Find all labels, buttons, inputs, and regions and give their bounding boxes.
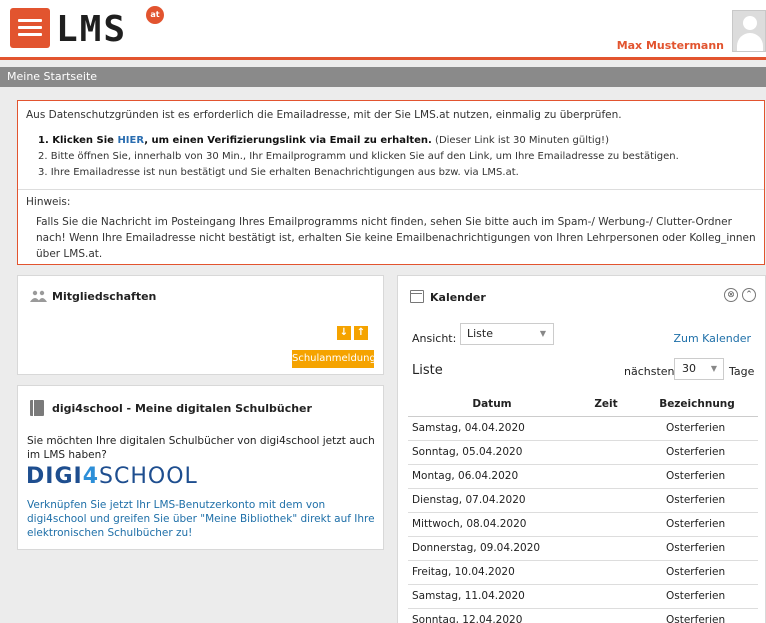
chevron-down-icon: ▼ [539,329,546,338]
event-description: Osterferien [636,440,758,465]
memberships-title: Mitgliedschaften [52,290,157,303]
event-date: Sonntag, 05.04.2020 [408,440,576,465]
table-row[interactable]: Samstag, 11.04.2020 Osterferien [408,584,758,609]
email-verification-notice: Aus Datenschutzgründen ist es erforderli… [17,100,765,265]
notice-step-2: 2. Bitte öffnen Sie, innerhalb von 30 Mi… [38,151,679,162]
to-calendar-link[interactable]: Zum Kalender [673,332,751,345]
chevron-down-icon: ▼ [710,364,717,373]
digi4school-question: Sie möchten Ihre digitalen Schulbücher v… [27,435,375,461]
view-select[interactable]: Liste ▼ [460,323,554,345]
calendar-title: Kalender [430,291,486,304]
table-row[interactable]: Dienstag, 07.04.2020 Osterferien [408,488,758,513]
event-date: Freitag, 10.04.2020 [408,560,576,585]
event-date: Samstag, 11.04.2020 [408,584,576,609]
event-time [576,416,636,441]
digi4school-panel: digi4school - Meine digitalen Schulbüche… [17,385,384,550]
calendar-icon [410,290,424,303]
collapse-icon[interactable]: ⌃ [742,288,756,302]
logo-badge: at [146,6,164,24]
step1-note: (Dieser Link ist 30 Minuten gültig!) [431,135,609,146]
event-time [576,560,636,585]
column-header-description[interactable]: Bezeichnung [636,392,758,417]
notice-steps: 1. Klicken Sie HIER, um einen Verifizier… [26,133,756,181]
view-label: Ansicht: [412,332,457,345]
event-time [576,440,636,465]
event-time [576,536,636,561]
arrow-down-icon[interactable]: ↓ [337,326,351,340]
page-title: Meine Startseite [0,67,766,87]
book-icon [30,400,44,416]
verify-link[interactable]: HIER [117,135,144,146]
event-description: Osterferien [636,512,758,537]
column-header-date[interactable]: Datum [408,392,576,417]
table-row[interactable]: Donnerstag, 09.04.2020 Osterferien [408,536,758,561]
table-row[interactable]: Sonntag, 05.04.2020 Osterferien [408,440,758,465]
event-date: Montag, 06.04.2020 [408,464,576,489]
notice-step-3: 3. Ihre Emailadresse ist nun bestätigt u… [38,167,519,178]
digi4school-logo[interactable]: DIGI4SCHOOL [26,464,198,489]
event-description: Osterferien [636,464,758,489]
event-time [576,584,636,609]
header: LMS at Max Mustermann [0,0,766,60]
step1-suffix: , um einen Verifizierungslink via Email … [144,135,432,146]
column-header-time[interactable]: Zeit [576,392,636,417]
event-time [576,512,636,537]
event-description: Osterferien [636,416,758,441]
list-heading: Liste [412,363,443,378]
days-select[interactable]: 30 ▼ [674,358,724,380]
table-row[interactable]: Sonntag, 12.04.2020 Osterferien [408,608,758,623]
logo[interactable]: LMS [56,12,127,48]
event-description: Osterferien [636,560,758,585]
event-date: Sonntag, 12.04.2020 [408,608,576,623]
event-description: Osterferien [636,608,758,623]
calendar-panel: Kalender ⊗ ⌃ Ansicht: Liste ▼ Zum Kalend… [397,275,766,623]
arrow-up-icon[interactable]: ↑ [354,326,368,340]
event-description: Osterferien [636,584,758,609]
divider [18,189,764,190]
digi4school-link[interactable]: Verknüpfen Sie jetzt Ihr LMS-Benutzerkon… [27,498,377,540]
people-icon [30,290,47,302]
school-registration-button[interactable]: Schulanmeldung [292,350,376,368]
event-time [576,488,636,513]
table-row[interactable]: Montag, 06.04.2020 Osterferien [408,464,758,489]
step1-prefix: 1. Klicken Sie [38,135,118,146]
user-name[interactable]: Max Mustermann [617,39,724,52]
notice-intro: Aus Datenschutzgründen ist es erforderli… [26,109,622,121]
event-date: Dienstag, 07.04.2020 [408,488,576,513]
table-row[interactable]: Freitag, 10.04.2020 Osterferien [408,560,758,585]
next-label: nächsten [624,365,675,378]
close-icon[interactable]: ⊗ [724,288,738,302]
hint-text: Falls Sie die Nachricht im Posteingang I… [36,216,756,260]
hint-label: Hinweis: [26,196,71,208]
event-description: Osterferien [636,536,758,561]
table-row[interactable]: Mittwoch, 08.04.2020 Osterferien [408,512,758,537]
event-time [576,464,636,489]
menu-icon[interactable] [10,8,50,48]
table-row[interactable]: Samstag, 04.04.2020 Osterferien [408,416,758,441]
event-description: Osterferien [636,488,758,513]
avatar[interactable] [732,10,766,52]
digi4school-title: digi4school - Meine digitalen Schulbüche… [52,402,312,415]
days-label: Tage [729,365,755,378]
event-date: Samstag, 04.04.2020 [408,416,576,441]
notice-step-1: 1. Klicken Sie HIER, um einen Verifizier… [38,133,756,149]
event-time [576,608,636,623]
event-date: Mittwoch, 08.04.2020 [408,512,576,537]
calendar-table: Datum Zeit Bezeichnung Samstag, 04.04.20… [408,392,758,623]
event-date: Donnerstag, 09.04.2020 [408,536,576,561]
